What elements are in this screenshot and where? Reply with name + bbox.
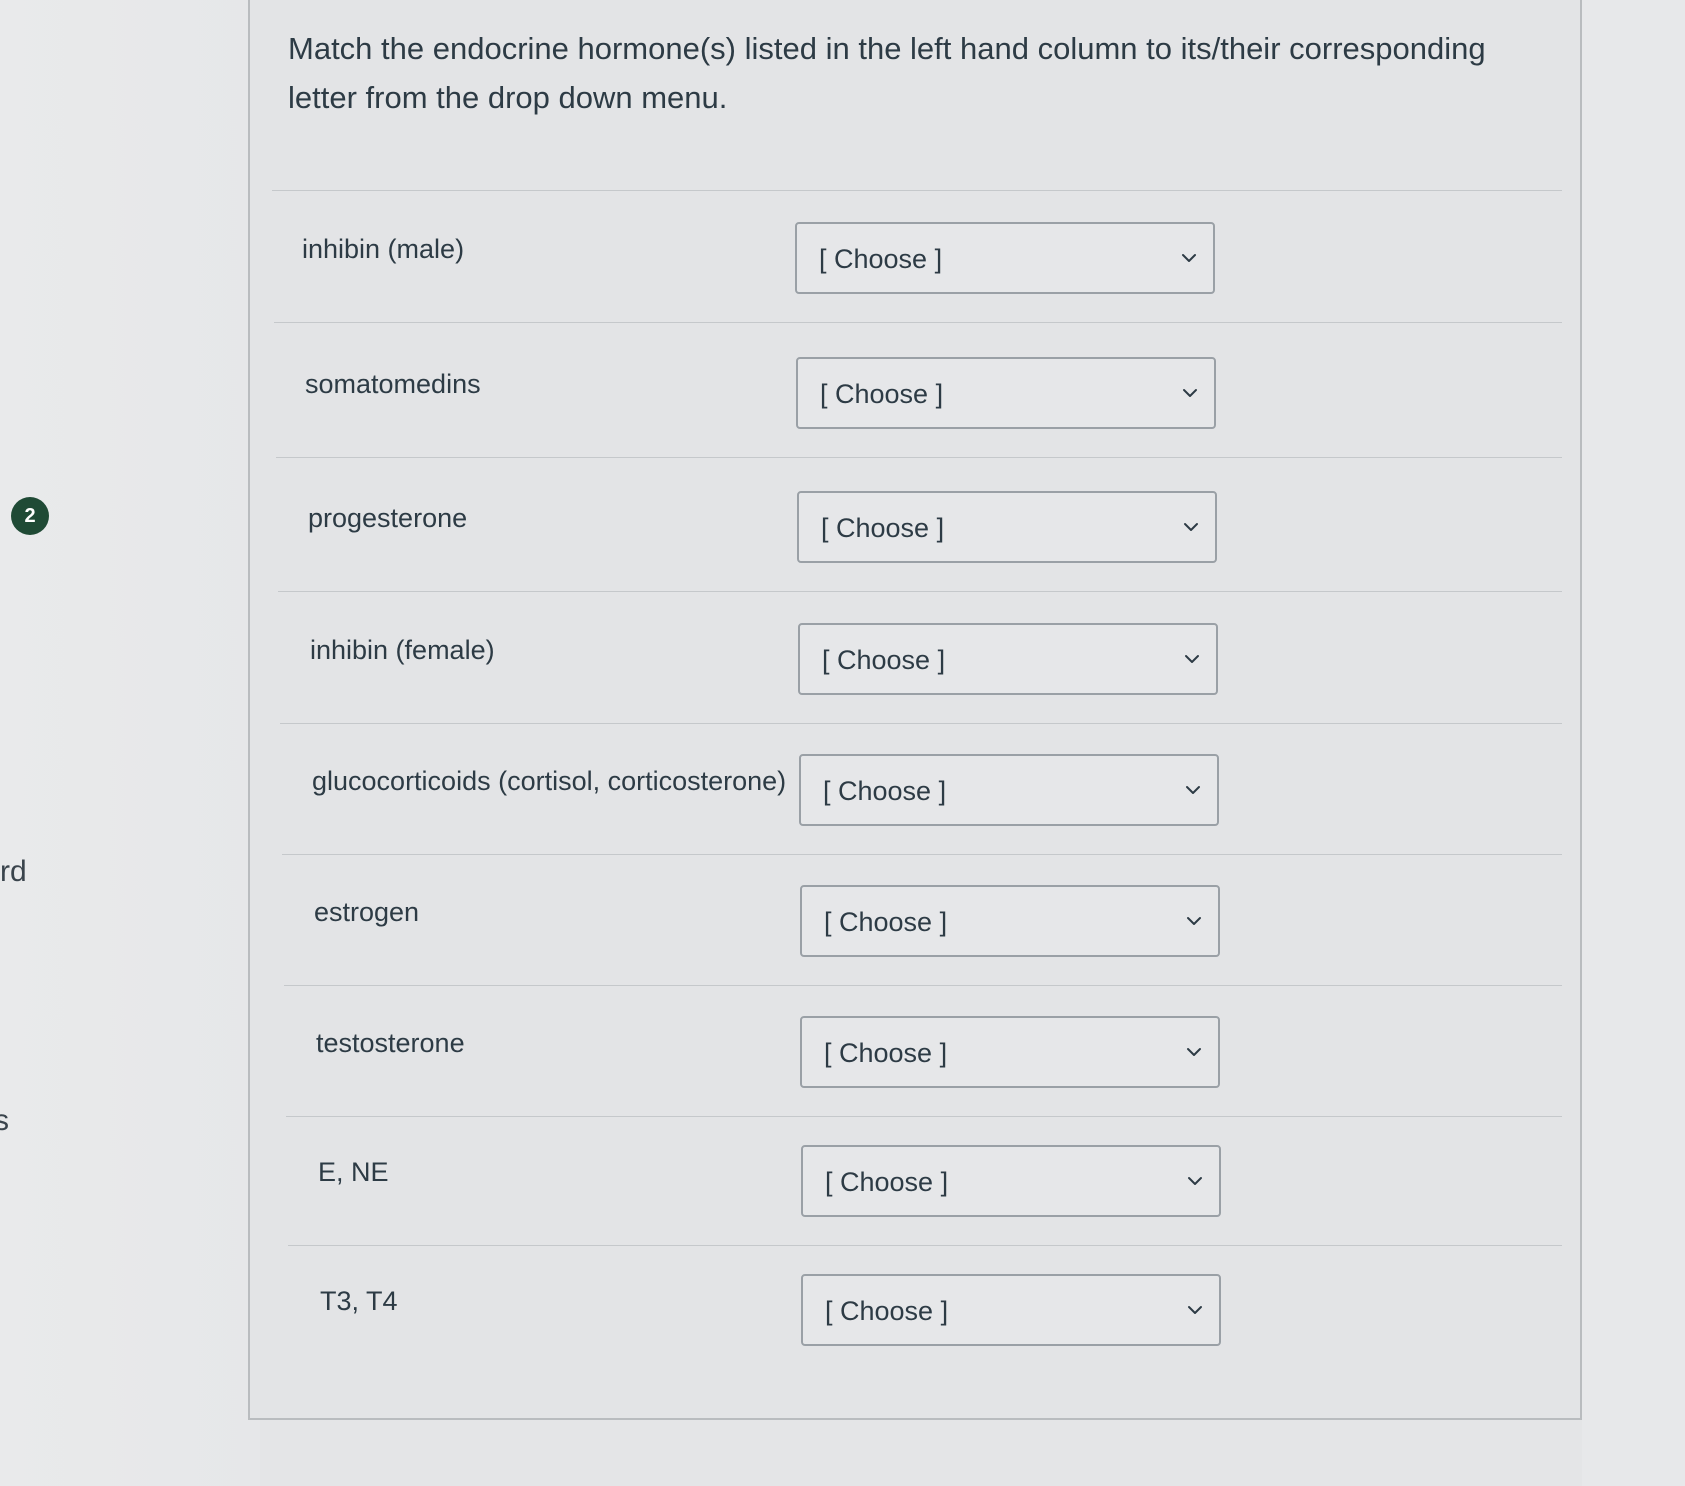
hormone-label: testosterone [316, 1028, 465, 1058]
divider [272, 190, 1562, 191]
dropdown-selected-value: [ Choose ] [824, 907, 948, 937]
answer-dropdown[interactable]: [ Choose ] [799, 754, 1219, 826]
dropdown-selected-value: [ Choose ] [822, 645, 946, 675]
question-prompt: Match the endocrine hormone(s) listed in… [288, 31, 1486, 115]
dropdown-selected-value: [ Choose ] [819, 244, 943, 274]
left-gutter: 2 rd s [0, 0, 260, 1486]
chevron-down-icon [1180, 383, 1200, 403]
divider [278, 591, 1562, 592]
hormone-label: glucocorticoids (cortisol, corticosteron… [312, 766, 787, 796]
right-margin [1582, 0, 1685, 1486]
chevron-down-icon [1182, 649, 1202, 669]
chevron-down-icon [1184, 911, 1204, 931]
answer-dropdown[interactable]: [ Choose ] [798, 623, 1218, 695]
divider [282, 854, 1562, 855]
chevron-down-icon [1184, 1042, 1204, 1062]
answer-dropdown[interactable]: [ Choose ] [801, 1274, 1221, 1346]
hormone-label: estrogen [314, 897, 420, 927]
divider [284, 985, 1562, 986]
hormone-label: somatomedins [305, 369, 481, 399]
dropdown-selected-value: [ Choose ] [825, 1296, 949, 1326]
divider [280, 723, 1562, 724]
answer-dropdown[interactable]: [ Choose ] [800, 885, 1220, 957]
chevron-down-icon [1185, 1171, 1205, 1191]
hormone-label: E, NE [318, 1157, 389, 1187]
divider [276, 457, 1562, 458]
hormone-label: progesterone [308, 503, 468, 533]
hormone-label: T3, T4 [320, 1286, 398, 1316]
answer-dropdown[interactable]: [ Choose ] [797, 491, 1217, 563]
chevron-down-icon [1181, 517, 1201, 537]
dropdown-selected-value: [ Choose ] [825, 1167, 949, 1197]
divider [274, 322, 1562, 323]
answer-dropdown[interactable]: [ Choose ] [801, 1145, 1221, 1217]
chevron-down-icon [1183, 780, 1203, 800]
gutter-text-fragment: rd [0, 855, 27, 888]
dropdown-selected-value: [ Choose ] [820, 379, 944, 409]
hormone-label: inhibin (male) [302, 234, 465, 264]
question-number-badge[interactable]: 2 [11, 497, 49, 535]
chevron-down-icon [1185, 1300, 1205, 1320]
dropdown-selected-value: [ Choose ] [823, 776, 947, 806]
gutter-text-fragment: s [0, 1104, 9, 1137]
dropdown-selected-value: [ Choose ] [821, 513, 945, 543]
chevron-down-icon [1179, 248, 1199, 268]
hormone-label: inhibin (female) [310, 635, 495, 665]
question-card: Match the endocrine hormone(s) listed in… [248, 0, 1582, 1420]
divider [286, 1116, 1562, 1117]
dropdown-selected-value: [ Choose ] [824, 1038, 948, 1068]
answer-dropdown[interactable]: [ Choose ] [795, 222, 1215, 294]
answer-dropdown[interactable]: [ Choose ] [796, 357, 1216, 429]
answer-dropdown[interactable]: [ Choose ] [800, 1016, 1220, 1088]
divider [288, 1245, 1562, 1246]
